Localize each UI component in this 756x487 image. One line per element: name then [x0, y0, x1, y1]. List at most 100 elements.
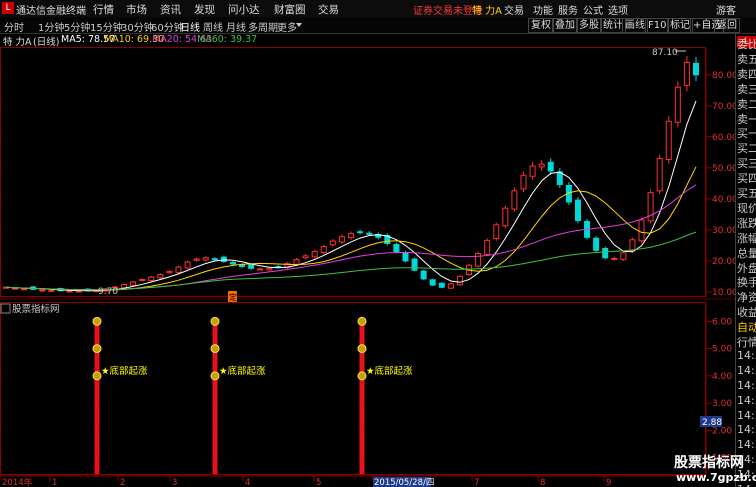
- ma-lines: [5, 100, 697, 292]
- candle-body: [402, 252, 409, 262]
- signal-coin-icon: [357, 371, 367, 381]
- candle-body: [48, 289, 55, 292]
- sidebar-item[interactable]: 买二: [737, 140, 756, 156]
- candle-body: [438, 282, 445, 288]
- x-axis-label: 2: [120, 478, 125, 487]
- sidebar-item[interactable]: 卖一: [737, 111, 756, 127]
- candle-body: [12, 287, 19, 290]
- candle-body: [611, 257, 618, 260]
- sidebar-item[interactable]: 买三: [737, 155, 756, 171]
- sidebar-item[interactable]: 14:34: [737, 349, 756, 362]
- x-axis-label: 7: [474, 478, 479, 487]
- sidebar-item[interactable]: 买一: [737, 125, 756, 141]
- candle-body: [366, 232, 373, 235]
- watermark-url: www.7gpzb.com: [676, 471, 756, 484]
- candle-body: [248, 264, 255, 269]
- candle-body: [266, 267, 273, 271]
- sidebar-item[interactable]: 14:35: [737, 438, 756, 451]
- sidebar-item[interactable]: 卖二: [737, 96, 756, 112]
- signal-bars: ★底部起涨 ★底部起涨 ★底部起涨: [92, 316, 413, 474]
- sidebar-item[interactable]: 买四: [737, 170, 756, 186]
- candle-body: [166, 270, 173, 274]
- signal-coin-icon: [210, 316, 220, 326]
- sidebar-item[interactable]: 14:35: [737, 394, 756, 407]
- signal-coin-icon: [92, 316, 102, 326]
- candlesticks: [3, 55, 699, 293]
- signal-label: ★底部起涨: [101, 365, 148, 377]
- candle-body: [21, 288, 28, 291]
- indicator-axis-label: 5.00: [712, 345, 732, 355]
- signal-coin-icon: [92, 344, 102, 354]
- sidebar-item[interactable]: 总量: [737, 245, 756, 261]
- candle-body: [529, 165, 536, 177]
- candle-body: [620, 252, 627, 260]
- indicator-panel-label: 股票指标网: [12, 303, 60, 315]
- high-price-label: 87.10: [652, 48, 678, 58]
- main-y-axis: 10.00 20.00 30.00 40.00 50.00 60.00 70.00 80.00: [705, 48, 735, 298]
- sidebar-item[interactable]: 买五: [737, 185, 756, 201]
- sidebar-item[interactable]: 14:35: [737, 409, 756, 422]
- x-axis-label: 2014年: [2, 477, 33, 487]
- x-axis-label: 5: [316, 478, 321, 487]
- sidebar-item[interactable]: 委比: [737, 36, 756, 52]
- sidebar-item[interactable]: 卖三: [737, 81, 756, 97]
- candle-body: [311, 251, 318, 258]
- candle-body: [502, 207, 509, 227]
- indicator-current-value: 2.88: [702, 418, 722, 428]
- x-axis-label: 9: [606, 478, 611, 487]
- signal-coin-icon: [210, 371, 220, 381]
- x-axis: 2014年 1 2 3 4 5 2015/05/28/四 7 8 9: [0, 475, 705, 487]
- candle-body: [656, 158, 663, 192]
- candle-body: [538, 163, 545, 168]
- candle-body: [357, 231, 364, 234]
- candle-body: [574, 199, 581, 222]
- sidebar-item[interactable]: 行情: [737, 334, 756, 350]
- candle-body: [674, 86, 681, 123]
- sidebar-item[interactable]: 卖四: [737, 66, 756, 82]
- main-axis-label: 30.00: [712, 226, 735, 236]
- signal-coin-icon: [210, 344, 220, 354]
- candle-body: [184, 261, 191, 269]
- indicator-axis-label: 6.00: [712, 317, 732, 327]
- candle-body: [693, 62, 699, 76]
- sidebar-item[interactable]: 现价: [737, 200, 756, 216]
- sidebar-item[interactable]: 净资: [737, 289, 756, 305]
- candle-body: [475, 252, 482, 267]
- candle-body: [638, 219, 645, 242]
- candle-body: [348, 233, 354, 239]
- sidebar-item[interactable]: 换手: [737, 274, 756, 290]
- candle-body: [683, 61, 690, 86]
- sidebar-item[interactable]: 14:35: [737, 423, 756, 436]
- sidebar-item[interactable]: 涨跌: [737, 215, 756, 231]
- candle-body: [329, 240, 336, 246]
- sidebar-item[interactable]: 14:35: [737, 379, 756, 392]
- candle-body: [511, 190, 518, 210]
- signal-label: ★底部起涨: [366, 365, 413, 377]
- candle-body: [175, 266, 182, 273]
- candle-body: [239, 264, 246, 267]
- signal-label: ★底部起涨: [219, 365, 266, 377]
- marker-text: 定: [229, 292, 237, 302]
- indicator-axis-label: 4.00: [712, 372, 732, 382]
- candle-body: [338, 236, 345, 243]
- candle-body: [456, 275, 463, 286]
- candle-body: [447, 283, 454, 289]
- sidebar-item[interactable]: 14:35: [737, 364, 756, 377]
- sidebar-item[interactable]: 涨幅: [737, 230, 756, 246]
- candle-body: [148, 276, 155, 281]
- candle-body: [520, 174, 527, 190]
- candle-body: [429, 279, 436, 286]
- chart-area[interactable]: 10.00 20.00 30.00 40.00 50.00 60.00 70.00 80.00…: [0, 0, 735, 487]
- candle-body: [484, 239, 491, 255]
- sidebar-item[interactable]: 外盘: [737, 260, 756, 276]
- indicator-panel-collapse-icon[interactable]: [0, 303, 11, 314]
- sidebar-item[interactable]: 卖五: [737, 51, 756, 67]
- sidebar-item[interactable]: 收益: [737, 304, 756, 320]
- x-axis-label: 1: [52, 478, 57, 487]
- candle-body: [547, 161, 554, 172]
- x-axis-label: 3: [172, 478, 177, 487]
- ma-line-ma5: [5, 100, 697, 292]
- sidebar-item[interactable]: 自动: [737, 319, 756, 335]
- candle-body: [257, 268, 264, 271]
- candle-body: [302, 255, 309, 259]
